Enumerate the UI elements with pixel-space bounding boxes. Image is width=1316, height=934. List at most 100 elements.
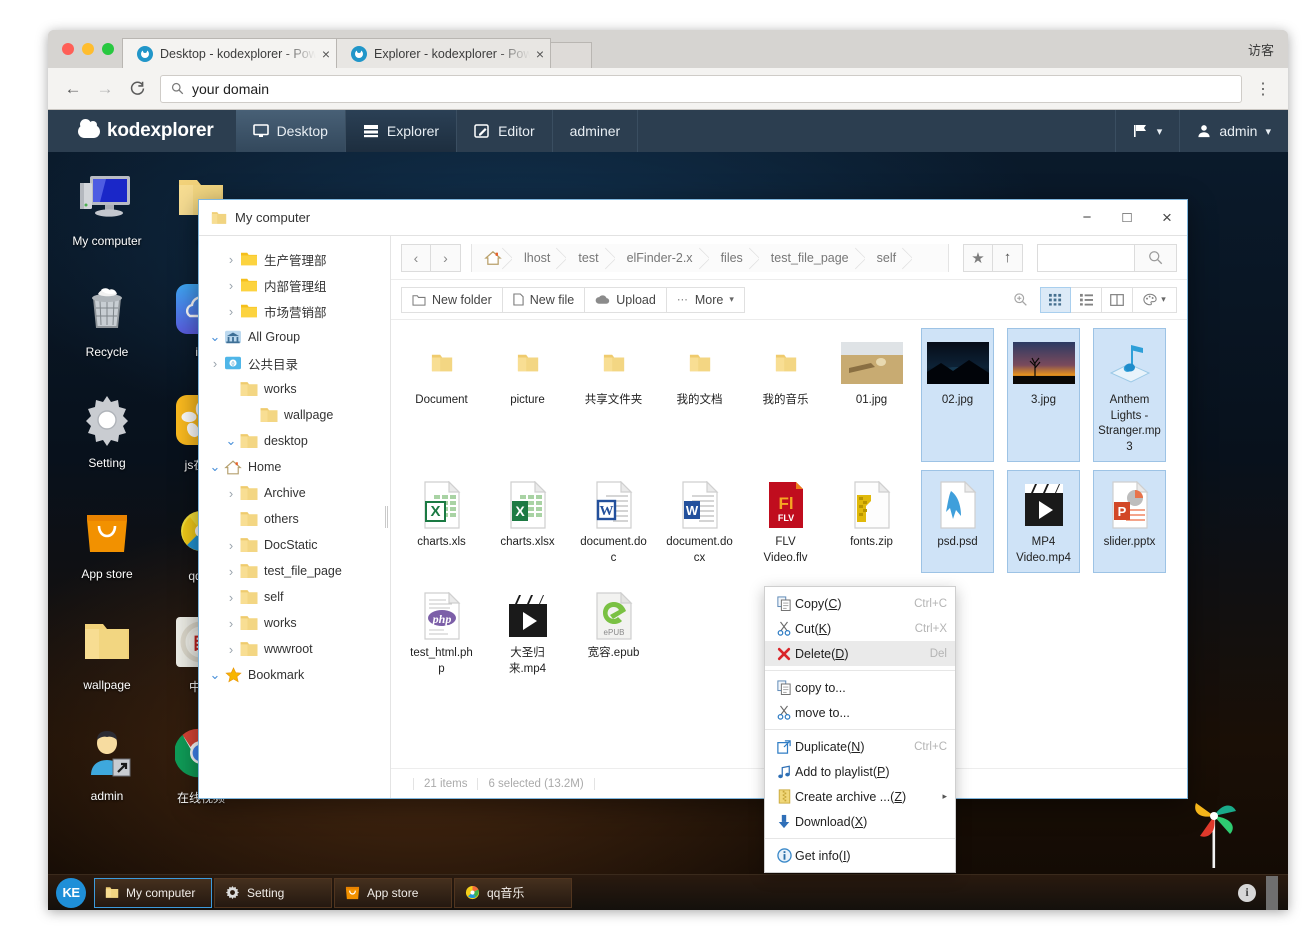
chevron-right-icon[interactable]: › [223, 252, 239, 267]
tree-node[interactable]: › 生产管理部 [199, 246, 390, 272]
file-item[interactable]: Document [405, 328, 478, 462]
parent-folder-button[interactable]: ↑ [993, 243, 1023, 272]
chevron-down-icon[interactable]: ⌄ [223, 433, 239, 449]
taskbar-item[interactable]: My computer [94, 877, 212, 908]
tree-node[interactable]: › 0 公共目录 [199, 350, 390, 376]
tree-node[interactable]: ⌄ Bookmark [199, 662, 390, 688]
file-item[interactable]: 大圣归来.mp4 [491, 581, 564, 684]
chevron-right-icon[interactable]: › [223, 642, 239, 657]
file-item[interactable]: php test_html.php [405, 581, 478, 684]
breadcrumb-home[interactable] [472, 243, 512, 272]
file-item[interactable]: 我的音乐 [749, 328, 822, 462]
nav-item-editor[interactable]: Editor [457, 110, 553, 152]
nav-item-adminer[interactable]: adminer [553, 110, 639, 152]
tree-node[interactable]: wallpage [199, 402, 390, 428]
maximize-button[interactable]: □ [1107, 200, 1147, 235]
tree-node[interactable]: › works [199, 610, 390, 636]
desktop-icon-my-computer[interactable]: My computer [60, 166, 154, 277]
chevron-right-icon[interactable]: › [223, 486, 239, 501]
theme-button[interactable]: ▾ [1133, 286, 1177, 313]
context-menu-item[interactable]: Delete(D) Del [765, 641, 955, 666]
file-item[interactable]: MP4 Video.mp4 [1007, 470, 1080, 574]
more-button[interactable]: ⋯ More ▾ [666, 286, 745, 313]
taskbar-item[interactable]: Setting [214, 877, 332, 908]
tree-node[interactable]: ⌄ Home [199, 454, 390, 480]
breadcrumb-item[interactable]: elFinder-2.x [614, 243, 709, 272]
context-menu-item[interactable]: Duplicate(N) Ctrl+C [765, 734, 955, 759]
start-button[interactable]: KE [56, 877, 86, 908]
nav-item-flag[interactable]: ▾ [1114, 110, 1180, 152]
file-item[interactable]: ePUB 宽容.epub [577, 581, 650, 684]
tree-node[interactable]: › Archive [199, 480, 390, 506]
context-menu-item[interactable]: Cut(K) Ctrl+X [765, 616, 955, 641]
tab-close-icon[interactable]: × [536, 47, 544, 61]
minimize-button[interactable]: − [1067, 200, 1107, 235]
desktop-icon-recycle[interactable]: Recycle [60, 277, 154, 388]
close-window-button[interactable] [62, 43, 74, 55]
tree-node[interactable]: ⌄ All Group [199, 324, 390, 350]
taskbar-item[interactable]: qq音乐 [454, 877, 572, 908]
chevron-right-icon[interactable]: › [207, 356, 223, 371]
new-tab-button[interactable] [550, 42, 592, 68]
chevron-right-icon[interactable]: › [223, 538, 239, 553]
chevron-down-icon[interactable]: ⌄ [207, 459, 223, 475]
split-view-button[interactable] [1102, 286, 1133, 313]
chevron-down-icon[interactable]: ⌄ [207, 329, 223, 345]
zoom-window-button[interactable] [102, 43, 114, 55]
chevron-right-icon[interactable]: › [223, 304, 239, 319]
context-menu-item[interactable]: Add to playlist(P) [765, 759, 955, 784]
sidebar-resize-handle[interactable] [385, 506, 388, 528]
nav-item-user[interactable]: admin ▾ [1179, 110, 1288, 152]
minimize-window-button[interactable] [82, 43, 94, 55]
tree-node[interactable]: › test_file_page [199, 558, 390, 584]
breadcrumb-item[interactable]: test_file_page [758, 243, 865, 272]
file-item[interactable]: picture [491, 328, 564, 462]
context-menu-item[interactable]: Download(X) [765, 809, 955, 834]
reload-icon[interactable] [122, 74, 152, 104]
file-item[interactable]: Xcharts.xls [405, 470, 478, 573]
new-file-button[interactable]: New file [502, 286, 586, 313]
zoom-icon[interactable] [1013, 292, 1028, 307]
breadcrumb-item[interactable]: self [864, 243, 913, 272]
nav-back-button[interactable]: ‹ [401, 243, 431, 272]
tab-close-icon[interactable]: × [322, 47, 330, 61]
back-icon[interactable]: ← [58, 74, 88, 104]
chevron-right-icon[interactable]: › [223, 278, 239, 293]
nav-item-desktop[interactable]: Desktop [235, 110, 346, 152]
file-item[interactable]: Pslider.pptx [1093, 470, 1166, 574]
browser-tab-1[interactable]: Desktop - kodexplorer - Power × [122, 38, 337, 68]
context-menu-item[interactable]: Get info(I) [765, 843, 955, 868]
forward-icon[interactable]: → [90, 74, 120, 104]
nav-forward-button[interactable]: › [431, 243, 461, 272]
search-input[interactable] [1037, 243, 1135, 272]
tree-node[interactable]: › 市场营销部 [199, 298, 390, 324]
desktop-surface[interactable]: My computer d [48, 152, 1288, 910]
tree-node[interactable]: ⌄ desktop [199, 428, 390, 454]
context-menu-item[interactable]: Create archive ...(Z) ▸ [765, 784, 955, 809]
file-item[interactable]: 01.jpg [835, 328, 908, 462]
context-menu-item[interactable]: Copy(C) Ctrl+C [765, 591, 955, 616]
chevron-right-icon[interactable]: › [223, 616, 239, 631]
new-folder-button[interactable]: New folder [401, 286, 503, 313]
tree-node[interactable]: works [199, 376, 390, 402]
window-titlebar[interactable]: My computer − □ × [199, 200, 1187, 236]
breadcrumb-item[interactable]: files [708, 243, 759, 272]
context-menu-item[interactable]: copy to... [765, 675, 955, 700]
grid-view-button[interactable] [1040, 286, 1071, 313]
file-item[interactable]: Wdocument.doc [577, 470, 650, 573]
breadcrumb-item[interactable]: lhost [512, 243, 567, 272]
context-menu-item[interactable]: move to... [765, 700, 955, 725]
tree-node[interactable]: › self [199, 584, 390, 610]
browser-menu-icon[interactable]: ⋮ [1252, 79, 1274, 99]
desktop-icon-setting[interactable]: Setting [60, 388, 154, 499]
file-item[interactable]: Fl FLV FLV Video.flv [749, 470, 822, 573]
chevron-down-icon[interactable]: ⌄ [207, 667, 223, 683]
tree-node[interactable]: › DocStatic [199, 532, 390, 558]
chevron-right-icon[interactable]: › [223, 564, 239, 579]
nav-item-explorer[interactable]: Explorer [345, 110, 458, 152]
breadcrumb-item[interactable]: test [566, 243, 615, 272]
list-view-button[interactable] [1071, 286, 1102, 313]
show-desktop-button[interactable] [1266, 875, 1278, 910]
taskbar-item[interactable]: App store [334, 877, 452, 908]
file-item[interactable]: psd.psd [921, 470, 994, 574]
